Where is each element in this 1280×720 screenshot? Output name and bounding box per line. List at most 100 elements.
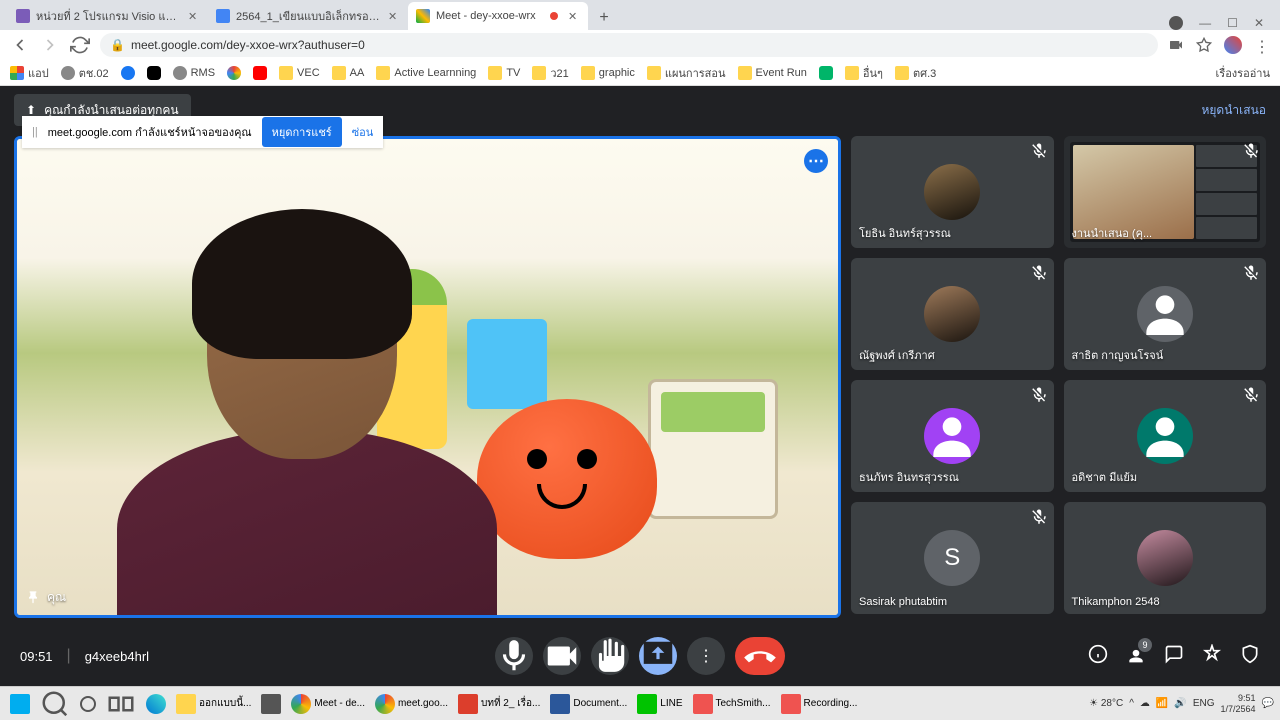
bookmark-item[interactable]: Active Learnning [376, 66, 476, 80]
weather-widget[interactable]: ☀ 28°C [1089, 698, 1123, 709]
meet-bottom-bar: 09:51 | g4xeeb4hrl ⋮ 9 [0, 626, 1280, 686]
url-bar: 🔒 meet.google.com/dey-xxoe-wrx?authuser=… [0, 30, 1280, 60]
people-button[interactable]: 9 [1126, 644, 1146, 669]
raise-hand-button[interactable] [591, 637, 629, 675]
account-icon[interactable] [1169, 16, 1183, 30]
end-call-button[interactable] [735, 637, 785, 675]
taskbar-app[interactable]: Recording... [777, 689, 862, 719]
tray-icon[interactable]: ☁ [1140, 698, 1150, 709]
tile-more-button[interactable]: ⋯ [804, 149, 828, 173]
participant-tile[interactable]: อดิชาต มีแย้ม [1064, 380, 1267, 492]
present-icon: ⬆ [26, 103, 36, 117]
bookmark-item[interactable]: อื่นๆ [845, 64, 883, 82]
bookmark-item[interactable]: ว21 [532, 64, 568, 82]
muted-icon [1030, 386, 1048, 404]
camera-icon[interactable] [1168, 37, 1184, 53]
star-icon[interactable] [1196, 37, 1212, 53]
minimize-button[interactable]: — [1199, 16, 1211, 30]
close-icon[interactable]: ✕ [568, 10, 580, 22]
taskbar-clock[interactable]: 9:511/7/2564 [1221, 693, 1256, 715]
task-view-button[interactable] [102, 689, 140, 719]
camera-button[interactable] [543, 637, 581, 675]
participant-tile[interactable]: โยธิน อินทร์สุวรรณ [851, 136, 1054, 248]
apps-button[interactable]: แอป [10, 64, 49, 82]
bookmark-item[interactable]: ตศ.3 [895, 64, 936, 82]
more-options-button[interactable]: ⋮ [687, 637, 725, 675]
bookmark-item[interactable] [121, 66, 135, 80]
tray-language[interactable]: ENG [1193, 698, 1215, 709]
bookmark-item[interactable]: AA [332, 66, 365, 80]
taskbar-app[interactable]: Meet - de... [287, 689, 369, 719]
bookmark-item[interactable]: Event Run [738, 66, 807, 80]
people-count: 9 [1138, 638, 1152, 652]
participant-tile[interactable]: Thikamphon 2548 [1064, 502, 1267, 614]
search-button[interactable] [36, 689, 74, 719]
maximize-button[interactable]: ☐ [1227, 16, 1238, 30]
address-bar[interactable]: 🔒 meet.google.com/dey-xxoe-wrx?authuser=… [100, 33, 1158, 57]
taskbar-app[interactable] [257, 689, 285, 719]
muted-icon [1242, 386, 1260, 404]
reading-list-button[interactable]: เรื่องรออ่าน [1210, 64, 1270, 82]
participant-tile[interactable]: ธนภัทร อินทรสุวรรณ [851, 380, 1054, 492]
taskbar-app[interactable]: TechSmith... [689, 689, 775, 719]
bookmarks-bar: แอป ตช.02 RMS VEC AA Active Learnning TV… [0, 60, 1280, 86]
bookmark-item[interactable] [147, 66, 161, 80]
stop-share-button[interactable]: หยุดการแชร์ [262, 117, 342, 147]
tab-3[interactable]: Meet - dey-xxoe-wrx✕ [408, 2, 588, 30]
taskbar-app[interactable]: LINE [633, 689, 686, 719]
bookmark-item[interactable] [253, 66, 267, 80]
bookmark-item[interactable]: RMS [173, 66, 215, 80]
bookmark-item[interactable]: graphic [581, 66, 635, 80]
taskbar-app[interactable] [142, 689, 170, 719]
participant-name: งานนำเสนอ (คุ... [1072, 224, 1153, 242]
host-controls-button[interactable] [1240, 644, 1260, 669]
info-button[interactable] [1088, 644, 1108, 669]
activities-button[interactable] [1202, 644, 1222, 669]
participant-tile[interactable]: SSasirak phutabtim [851, 502, 1054, 614]
cortana-button[interactable] [76, 689, 100, 719]
participant-name: อดิชาต มีแย้ม [1072, 468, 1138, 486]
close-window-button[interactable]: ✕ [1254, 16, 1264, 30]
mic-button[interactable] [495, 637, 533, 675]
self-label: คุณ [25, 588, 66, 607]
chat-button[interactable] [1164, 644, 1184, 669]
reload-button[interactable] [70, 35, 90, 55]
tray-volume-icon[interactable]: 🔊 [1174, 698, 1186, 709]
taskbar-app[interactable]: Document... [546, 689, 631, 719]
tray-icon[interactable]: 📶 [1156, 698, 1168, 709]
profile-avatar[interactable] [1224, 36, 1242, 54]
bookmark-item[interactable]: แผนการสอน [647, 64, 726, 82]
participant-tile[interactable]: ณัฐพงศ์ เกรีภาศ [851, 258, 1054, 370]
tray-chevron-icon[interactable]: ^ [1129, 698, 1134, 709]
present-button[interactable] [639, 637, 677, 675]
notifications-button[interactable]: 💬 [1262, 698, 1274, 709]
muted-icon [1030, 264, 1048, 282]
bookmark-item[interactable]: ตช.02 [61, 64, 109, 82]
tab-1[interactable]: หน่วยที่ 2 โปรแกรม Visio และการใช้...✕ [8, 2, 208, 30]
start-button[interactable] [6, 689, 34, 719]
participant-tile[interactable]: งานนำเสนอ (คุ... [1064, 136, 1267, 248]
new-tab-button[interactable]: + [592, 6, 616, 30]
participant-tile[interactable]: สาธิต กาญจนโรจน์ [1064, 258, 1267, 370]
main-video-tile[interactable]: ⋯ คุณ [14, 136, 841, 618]
forward-button[interactable] [40, 35, 60, 55]
bookmark-item[interactable] [819, 66, 833, 80]
taskbar-app[interactable]: meet.goo... [371, 689, 452, 719]
taskbar-app[interactable]: ออกแบบนี้... [172, 689, 255, 719]
bookmark-item[interactable] [227, 66, 241, 80]
recording-dot-icon [550, 12, 558, 20]
hide-share-button[interactable]: ซ่อน [352, 123, 374, 141]
participant-name: สาธิต กาญจนโรจน์ [1072, 346, 1164, 364]
taskbar-app[interactable]: บทที่ 2_ เรื่อ... [454, 689, 544, 719]
pin-icon [25, 590, 41, 606]
close-icon[interactable]: ✕ [188, 10, 200, 22]
menu-icon[interactable]: ⋮ [1254, 37, 1270, 53]
close-icon[interactable]: ✕ [388, 10, 400, 22]
tab-2[interactable]: 2564_1_เขียนแบบอิเล็กทรอนิกส์ด้วย...✕ [208, 2, 408, 30]
back-button[interactable] [10, 35, 30, 55]
bookmark-item[interactable]: VEC [279, 66, 320, 80]
muted-icon [1030, 508, 1048, 526]
participant-name: Sasirak phutabtim [859, 596, 947, 608]
stop-presenting-button[interactable]: หยุดนำเสนอ [1201, 101, 1266, 120]
bookmark-item[interactable]: TV [488, 66, 520, 80]
